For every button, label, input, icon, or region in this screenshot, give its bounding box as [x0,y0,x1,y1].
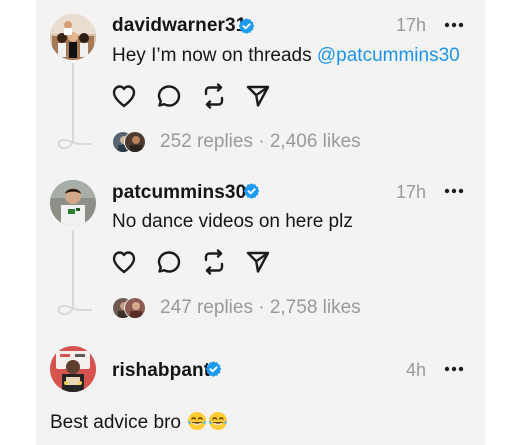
username[interactable]: rishabpant [112,360,210,382]
verified-badge-icon [204,360,223,379]
post-message: Best advice bro [50,412,181,433]
threads-screen: davidwarner31 17h Hey I’m now on threads… [0,0,507,445]
laughing-tears-emoji [187,411,207,431]
timestamp: 4h [405,360,426,380]
post-text: Best advice bro [50,411,228,434]
post-rishabpant: rishabpant 4h Best advice bro [0,0,507,445]
avatar[interactable] [50,346,96,392]
more-options-icon[interactable] [443,358,465,380]
laughing-tears-emoji [208,411,228,431]
